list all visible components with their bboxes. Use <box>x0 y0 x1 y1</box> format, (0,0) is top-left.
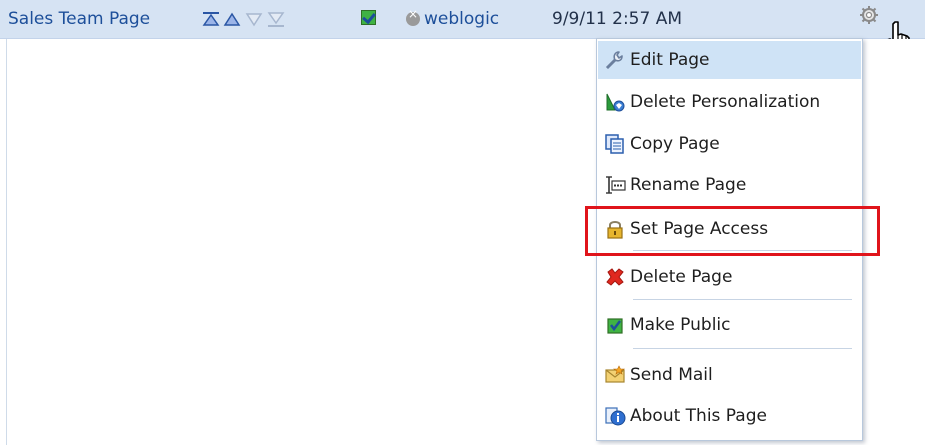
menu-item-delete-personalization[interactable]: Delete Personalization <box>598 83 861 121</box>
page-title[interactable]: Sales Team Page <box>8 9 150 29</box>
wrench-icon <box>605 51 623 70</box>
checkbox-icon <box>607 318 623 334</box>
menu-item-label: About This Page <box>630 406 767 426</box>
checkbox-icon[interactable] <box>361 10 376 25</box>
gear-icon[interactable] <box>859 6 881 28</box>
highlight-set-page-access <box>585 206 880 256</box>
menu-divider <box>633 299 852 300</box>
menu-item-label: Delete Personalization <box>630 92 821 112</box>
menu-item-copy-page[interactable]: Copy Page <box>598 125 861 163</box>
menu-item-label: Rename Page <box>630 175 747 195</box>
menu-item-label: Edit Page <box>630 50 710 70</box>
move-to-top-icon[interactable] <box>202 10 220 28</box>
red-x-icon <box>606 268 624 286</box>
menu-item-make-public[interactable]: Make Public <box>598 306 861 344</box>
user-name-link[interactable]: weblogic <box>424 9 499 29</box>
page-frame: Sales Team Page weblogic 9/9/11 2:57 AM <box>0 0 925 445</box>
menu-item-label: Copy Page <box>630 134 720 154</box>
move-down-icon[interactable] <box>245 10 263 28</box>
page-header: Sales Team Page weblogic 9/9/11 2:57 AM <box>0 0 925 54</box>
menu-divider <box>633 348 852 349</box>
date-time: 9/9/11 2:57 AM <box>552 9 682 29</box>
rename-page-icon <box>606 176 626 194</box>
menu-item-about-this-page[interactable]: About This Page <box>598 397 861 435</box>
move-to-bottom-icon[interactable] <box>267 10 285 28</box>
menu-item-label: Delete Page <box>630 267 733 287</box>
menu-item-label: Send Mail <box>630 365 713 385</box>
menu-item-edit-page[interactable]: Edit Page <box>598 41 861 79</box>
menu-item-label: Make Public <box>630 315 731 335</box>
move-up-icon[interactable] <box>223 10 241 28</box>
menu-item-delete-page[interactable]: Delete Page <box>598 258 861 296</box>
user-status-icon <box>406 7 420 26</box>
menu-item-rename-page[interactable]: Rename Page <box>598 166 861 204</box>
info-icon <box>605 407 626 426</box>
menu-item-send-mail[interactable]: Send Mail <box>598 356 861 394</box>
copy-page-icon <box>605 134 624 154</box>
delete-personalization-icon <box>606 93 625 112</box>
mail-icon <box>605 365 625 383</box>
